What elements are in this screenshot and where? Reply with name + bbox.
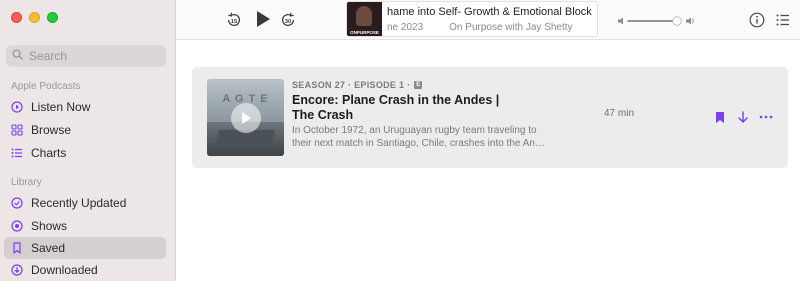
list-icon: [11, 147, 23, 159]
sidebar-item-browse[interactable]: Browse: [4, 119, 166, 141]
download-button[interactable]: [736, 110, 750, 124]
speaker-low-icon: [618, 17, 623, 25]
now-playing-artwork: ONPURPOSE: [347, 2, 382, 36]
sidebar-item-label: Saved: [31, 241, 66, 255]
queue-button[interactable]: [774, 11, 792, 29]
sidebar-item-charts[interactable]: Charts: [4, 142, 166, 164]
section-title-library: Library: [11, 177, 42, 188]
now-playing-panel[interactable]: ONPURPOSE hame into Self- Growth & Emoti…: [346, 1, 598, 37]
search-placeholder: Search: [29, 49, 68, 63]
episode-title[interactable]: Encore: Plane Crash in the Andes | The C…: [292, 93, 507, 123]
player-toolbar: 15 30 ONPURPOSE hame into Self- Growth &…: [176, 0, 800, 40]
sidebar-item-listen-now[interactable]: Listen Now: [4, 96, 166, 118]
sidebar-item-label: Recently Updated: [31, 196, 127, 210]
now-playing-title: hame into Self- Growth & Emotional Block: [387, 6, 592, 18]
bookmark-icon: [11, 242, 23, 254]
artwork-label: ONPURPOSE: [350, 30, 379, 35]
season-episode-label: SEASON 27 · EPISODE 1 ·: [292, 80, 411, 90]
sidebar-item-label: Listen Now: [31, 100, 91, 114]
grid-icon: [11, 124, 23, 136]
episode-meta: SEASON 27 · EPISODE 1 · E: [292, 80, 423, 90]
bookmark-button[interactable]: [714, 110, 726, 124]
speaker-wave-icon: [692, 18, 694, 24]
episode-duration: 47 min: [604, 108, 635, 119]
sidebar: Search Apple Podcasts Listen Now Browse …: [0, 0, 176, 281]
now-playing-date: ne 2023: [387, 22, 424, 33]
ellipsis-icon: [759, 115, 773, 119]
volume-slider[interactable]: [617, 15, 697, 27]
sidebar-item-saved[interactable]: Saved: [4, 237, 166, 259]
sidebar-item-downloaded[interactable]: Downloaded: [4, 259, 166, 281]
podcast-icon: [11, 220, 23, 232]
download-icon: [11, 264, 23, 276]
clock-icon: [11, 197, 23, 209]
skip-back-15-icon: 15: [227, 12, 241, 26]
play-button[interactable]: [253, 9, 273, 29]
play-icon: [242, 112, 251, 124]
episode-row[interactable]: A G T E SEASON 27 · EPISODE 1 · E Encore…: [192, 67, 788, 168]
episode-description: In October 1972, an Uruguayan rugby team…: [292, 125, 545, 149]
skip-back-button[interactable]: 15: [224, 10, 244, 30]
volume-knob[interactable]: [672, 16, 682, 26]
sidebar-item-label: Downloaded: [31, 263, 98, 277]
search-field[interactable]: Search: [6, 45, 166, 67]
play-circle-icon: [11, 101, 23, 113]
volume-control[interactable]: [617, 14, 697, 26]
section-title-apple-podcasts: Apple Podcasts: [11, 81, 81, 92]
sidebar-item-label: Shows: [31, 219, 68, 233]
sidebar-item-recently-updated[interactable]: Recently Updated: [4, 192, 166, 214]
episode-artwork[interactable]: A G T E: [207, 79, 284, 156]
now-playing-subtitle: ne 2023 On Purpose with Jay Shetty: [387, 22, 573, 33]
zoom-window-button[interactable]: [47, 12, 58, 23]
artwork-play-button[interactable]: [231, 103, 261, 133]
skip-forward-button[interactable]: 30: [278, 10, 298, 30]
skip-forward-label: 30: [285, 19, 292, 25]
download-arrow-icon: [738, 110, 748, 123]
bookmark-filled-icon: [716, 111, 724, 123]
info-button[interactable]: [748, 11, 766, 29]
window-controls: [11, 12, 58, 23]
sidebar-item-shows[interactable]: Shows: [4, 215, 166, 237]
explicit-badge: E: [414, 81, 423, 89]
skip-back-label: 15: [231, 19, 238, 25]
search-icon: [12, 49, 23, 63]
info-icon: [749, 12, 765, 28]
play-icon: [257, 11, 270, 27]
queue-list-icon: [776, 14, 789, 26]
speaker-high-icon: [686, 17, 691, 25]
skip-forward-30-icon: 30: [281, 12, 295, 26]
sidebar-item-label: Browse: [31, 123, 72, 137]
minimize-window-button[interactable]: [29, 12, 40, 23]
more-button[interactable]: [758, 110, 774, 124]
now-playing-show: On Purpose with Jay Shetty: [449, 22, 573, 33]
close-window-button[interactable]: [11, 12, 22, 23]
sidebar-item-label: Charts: [31, 146, 67, 160]
